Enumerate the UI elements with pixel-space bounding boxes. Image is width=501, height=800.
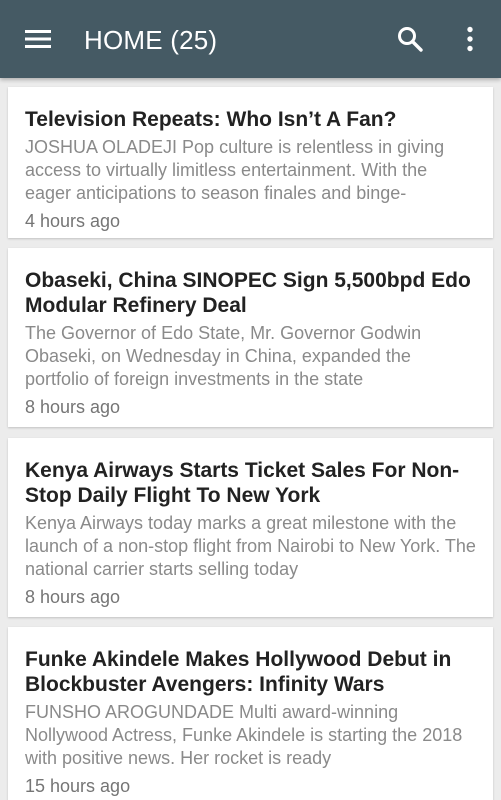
article-title: Obaseki, China SINOPEC Sign 5,500bpd Edo… [25, 269, 471, 317]
page-title: HOME (25) [84, 25, 218, 55]
search-button[interactable] [386, 15, 434, 63]
article-summary: Kenya Airways today marks a great milest… [25, 513, 476, 579]
search-icon [398, 27, 423, 52]
article-card[interactable]: Kenya Airways Starts Ticket Sales For No… [8, 438, 493, 617]
article-summary: JOSHUA OLADEJI Pop culture is relentless… [25, 137, 445, 203]
article-timestamp: 15 hours ago [25, 776, 131, 796]
article-timestamp: 8 hours ago [25, 397, 121, 417]
article-summary: FUNSHO AROGUNDADE Multi award-winning No… [25, 702, 463, 768]
hamburger-menu-icon [25, 30, 51, 48]
article-card[interactable]: Obaseki, China SINOPEC Sign 5,500bpd Edo… [8, 248, 493, 427]
article-card[interactable]: Funke Akindele Makes Hollywood Debut in … [8, 627, 493, 800]
app-bar: HOME (25) [0, 0, 501, 78]
more-vert-icon [467, 26, 473, 52]
article-title: Funke Akindele Makes Hollywood Debut in … [25, 648, 452, 696]
article-card[interactable]: Television Repeats: Who Isn’t A Fan? JOS… [8, 87, 493, 238]
article-summary: The Governor of Edo State, Mr. Governor … [25, 323, 422, 389]
article-timestamp: 8 hours ago [25, 587, 121, 607]
menu-button[interactable] [14, 15, 62, 63]
article-feed[interactable]: Television Repeats: Who Isn’t A Fan? JOS… [0, 78, 501, 800]
article-timestamp: 4 hours ago [25, 211, 121, 231]
more-options-button[interactable] [446, 15, 494, 63]
article-title: Kenya Airways Starts Ticket Sales For No… [25, 459, 460, 507]
article-title: Television Repeats: Who Isn’t A Fan? [25, 108, 397, 131]
